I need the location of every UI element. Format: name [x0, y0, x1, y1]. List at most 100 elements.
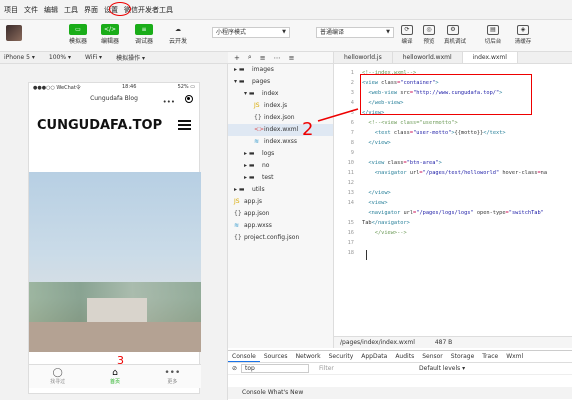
devtools-tab-5[interactable]: Audits	[391, 351, 418, 362]
filter-input[interactable]: Filter	[319, 365, 419, 372]
phone-tab-2[interactable]: ••• 更多	[144, 365, 201, 388]
device-select-2[interactable]: WiFi ▾	[85, 54, 102, 61]
text-cursor	[366, 250, 367, 260]
clear-console-icon[interactable]: ⊘	[232, 365, 237, 372]
action-icon: ◈	[517, 25, 529, 35]
tree-item[interactable]: ▸ ▬ logs	[228, 148, 333, 160]
tree-item[interactable]: {} app.json	[228, 208, 333, 220]
tree-tool-1[interactable]: ⌕	[248, 53, 252, 62]
toolbar-button-0[interactable]: ▭ 模拟器	[66, 24, 90, 48]
chevron-down-icon: ▼	[282, 29, 286, 35]
tree-item[interactable]: ▸ ▬ utils	[228, 184, 333, 196]
devtools-tab-3[interactable]: Security	[325, 351, 358, 362]
tree-item[interactable]: {} project.config.json	[228, 232, 333, 244]
tree-item[interactable]: ▸ ▬ test	[228, 172, 333, 184]
context-select[interactable]: top	[241, 364, 310, 373]
mode-select[interactable]: 小程序模式 ▼	[212, 27, 290, 38]
capsule-close-icon[interactable]	[185, 95, 193, 103]
action-icon: ⟳	[401, 25, 413, 35]
tree-item-label: app.json	[244, 210, 270, 217]
toolbar-button-3[interactable]: ☁ 云开发	[166, 24, 190, 48]
devtools-tab-0[interactable]: Console	[228, 351, 260, 362]
tree-item-label: index.wxss	[264, 138, 298, 145]
toolbar-button-1[interactable]: </> 编辑器	[98, 24, 122, 48]
devtools-tab-1[interactable]: Sources	[260, 351, 292, 362]
line-number: 17	[347, 240, 354, 246]
action-label: 预览	[423, 39, 435, 45]
tree-tool-0[interactable]: +	[234, 54, 240, 62]
code-token: "user-motto"	[413, 130, 452, 136]
tree-item-label: app.js	[244, 198, 262, 205]
action-icon: ▤	[487, 25, 499, 35]
devtools-tab-8[interactable]: Trace	[478, 351, 502, 362]
tree-tool-3[interactable]: ⋯	[274, 54, 281, 62]
tree-item[interactable]: JS app.js	[228, 196, 333, 208]
file-tree-panel: + ⌕ ≡ ⋯ ≡ ▸ ▬ images ▾ ▬ pages ▾ ▬ index JS index.j…	[228, 52, 334, 348]
devtools-tab-4[interactable]: AppData	[357, 351, 391, 362]
code-token: >	[384, 200, 388, 206]
levels-select[interactable]: Default levels ▾	[419, 365, 465, 372]
toolbar-button-label: 调试器	[134, 38, 153, 45]
tree-tool-2[interactable]: ≡	[260, 54, 266, 62]
device-select-3[interactable]: 模拟操作 ▾	[116, 53, 145, 62]
action-button-2[interactable]: ⚙ 真机调试	[444, 25, 466, 45]
action-label: 清缓存	[514, 39, 532, 45]
tree-item[interactable]: ≋ app.wxss	[228, 220, 333, 232]
action-button-4[interactable]: ◈ 清缓存	[514, 25, 532, 45]
code-token: >	[438, 160, 442, 166]
device-select-1[interactable]: 100% ▾	[49, 54, 71, 61]
menu-item-3[interactable]: 工具	[64, 5, 78, 15]
phone-tab-label: 首页	[109, 379, 120, 385]
action-button-0[interactable]: ⟳ 编译	[398, 25, 416, 45]
code-token: class	[390, 130, 410, 136]
code-token: <text	[374, 130, 391, 136]
folder-icon: ▸ ▬	[234, 66, 245, 73]
code-token: url	[400, 210, 414, 216]
tree-tool-4[interactable]: ≡	[289, 54, 295, 62]
tree-item[interactable]: ▸ ▬ no	[228, 160, 333, 172]
menu-item-4[interactable]: 界面	[84, 5, 98, 15]
menu-item-0[interactable]: 项目	[4, 5, 18, 15]
code-token: </navigator	[371, 220, 407, 226]
line-number	[334, 208, 354, 218]
devtools-tab-7[interactable]: Storage	[447, 351, 478, 362]
tree-item[interactable]: ▾ ▬ index	[228, 88, 333, 100]
tree-item[interactable]: ▾ ▬ pages	[228, 76, 333, 88]
menu-item-1[interactable]: 文件	[24, 5, 38, 15]
drawer-tabs[interactable]: Console What's New	[228, 387, 572, 399]
tree-item-label: pages	[252, 78, 271, 85]
phone-tab-label: 更多	[167, 379, 178, 385]
action-button-1[interactable]: ◎ 预览	[420, 25, 438, 45]
site-title[interactable]: CUNGUDAFA.TOP	[37, 118, 162, 133]
code-token: "/pages/test/helloworld"	[422, 170, 500, 176]
menu-item-6[interactable]: 微信开发者工具	[124, 5, 173, 15]
hamburger-menu-icon[interactable]	[178, 118, 191, 133]
editor-tab-1[interactable]: helloworld.wxml	[393, 52, 463, 63]
file-icon: {}	[234, 210, 242, 217]
editor-tab-0[interactable]: helloworld.js	[334, 52, 393, 63]
arrow-line	[317, 108, 359, 122]
more-icon[interactable]: •••	[163, 95, 175, 109]
phone-tab-0[interactable]: ◯ 找寻过	[29, 365, 86, 388]
compile-select[interactable]: 普通编译 ▼	[316, 27, 394, 38]
device-select-0[interactable]: iPhone 5 ▾	[4, 54, 35, 61]
toolbar-button-2[interactable]: ≡ 调试器	[132, 24, 156, 48]
devtools-tab-9[interactable]: Wxml	[502, 351, 527, 362]
phone-tab-label: 找寻过	[50, 379, 66, 385]
avatar[interactable]	[6, 25, 22, 41]
editor-tab-2[interactable]: index.wxml	[462, 52, 518, 63]
line-number: 9	[350, 150, 354, 156]
action-icon: ◎	[423, 25, 435, 35]
devtools-tab-6[interactable]: Sensor	[418, 351, 447, 362]
mode-select-value: 小程序模式	[216, 29, 247, 36]
devtools-tab-2[interactable]: Network	[292, 351, 325, 362]
code-token: hover-class	[499, 170, 538, 176]
menu-item-2[interactable]: 编辑	[44, 5, 58, 15]
action-button-3[interactable]: ▤ 切后台	[484, 25, 502, 45]
editor-tabs: helloworld.js helloworld.wxml index.wxml	[334, 52, 572, 64]
folder-icon: ▾ ▬	[234, 78, 245, 85]
line-number: 3	[350, 90, 354, 96]
tree-item[interactable]: ▸ ▬ images	[228, 64, 333, 76]
clock: 18:46	[121, 84, 137, 90]
